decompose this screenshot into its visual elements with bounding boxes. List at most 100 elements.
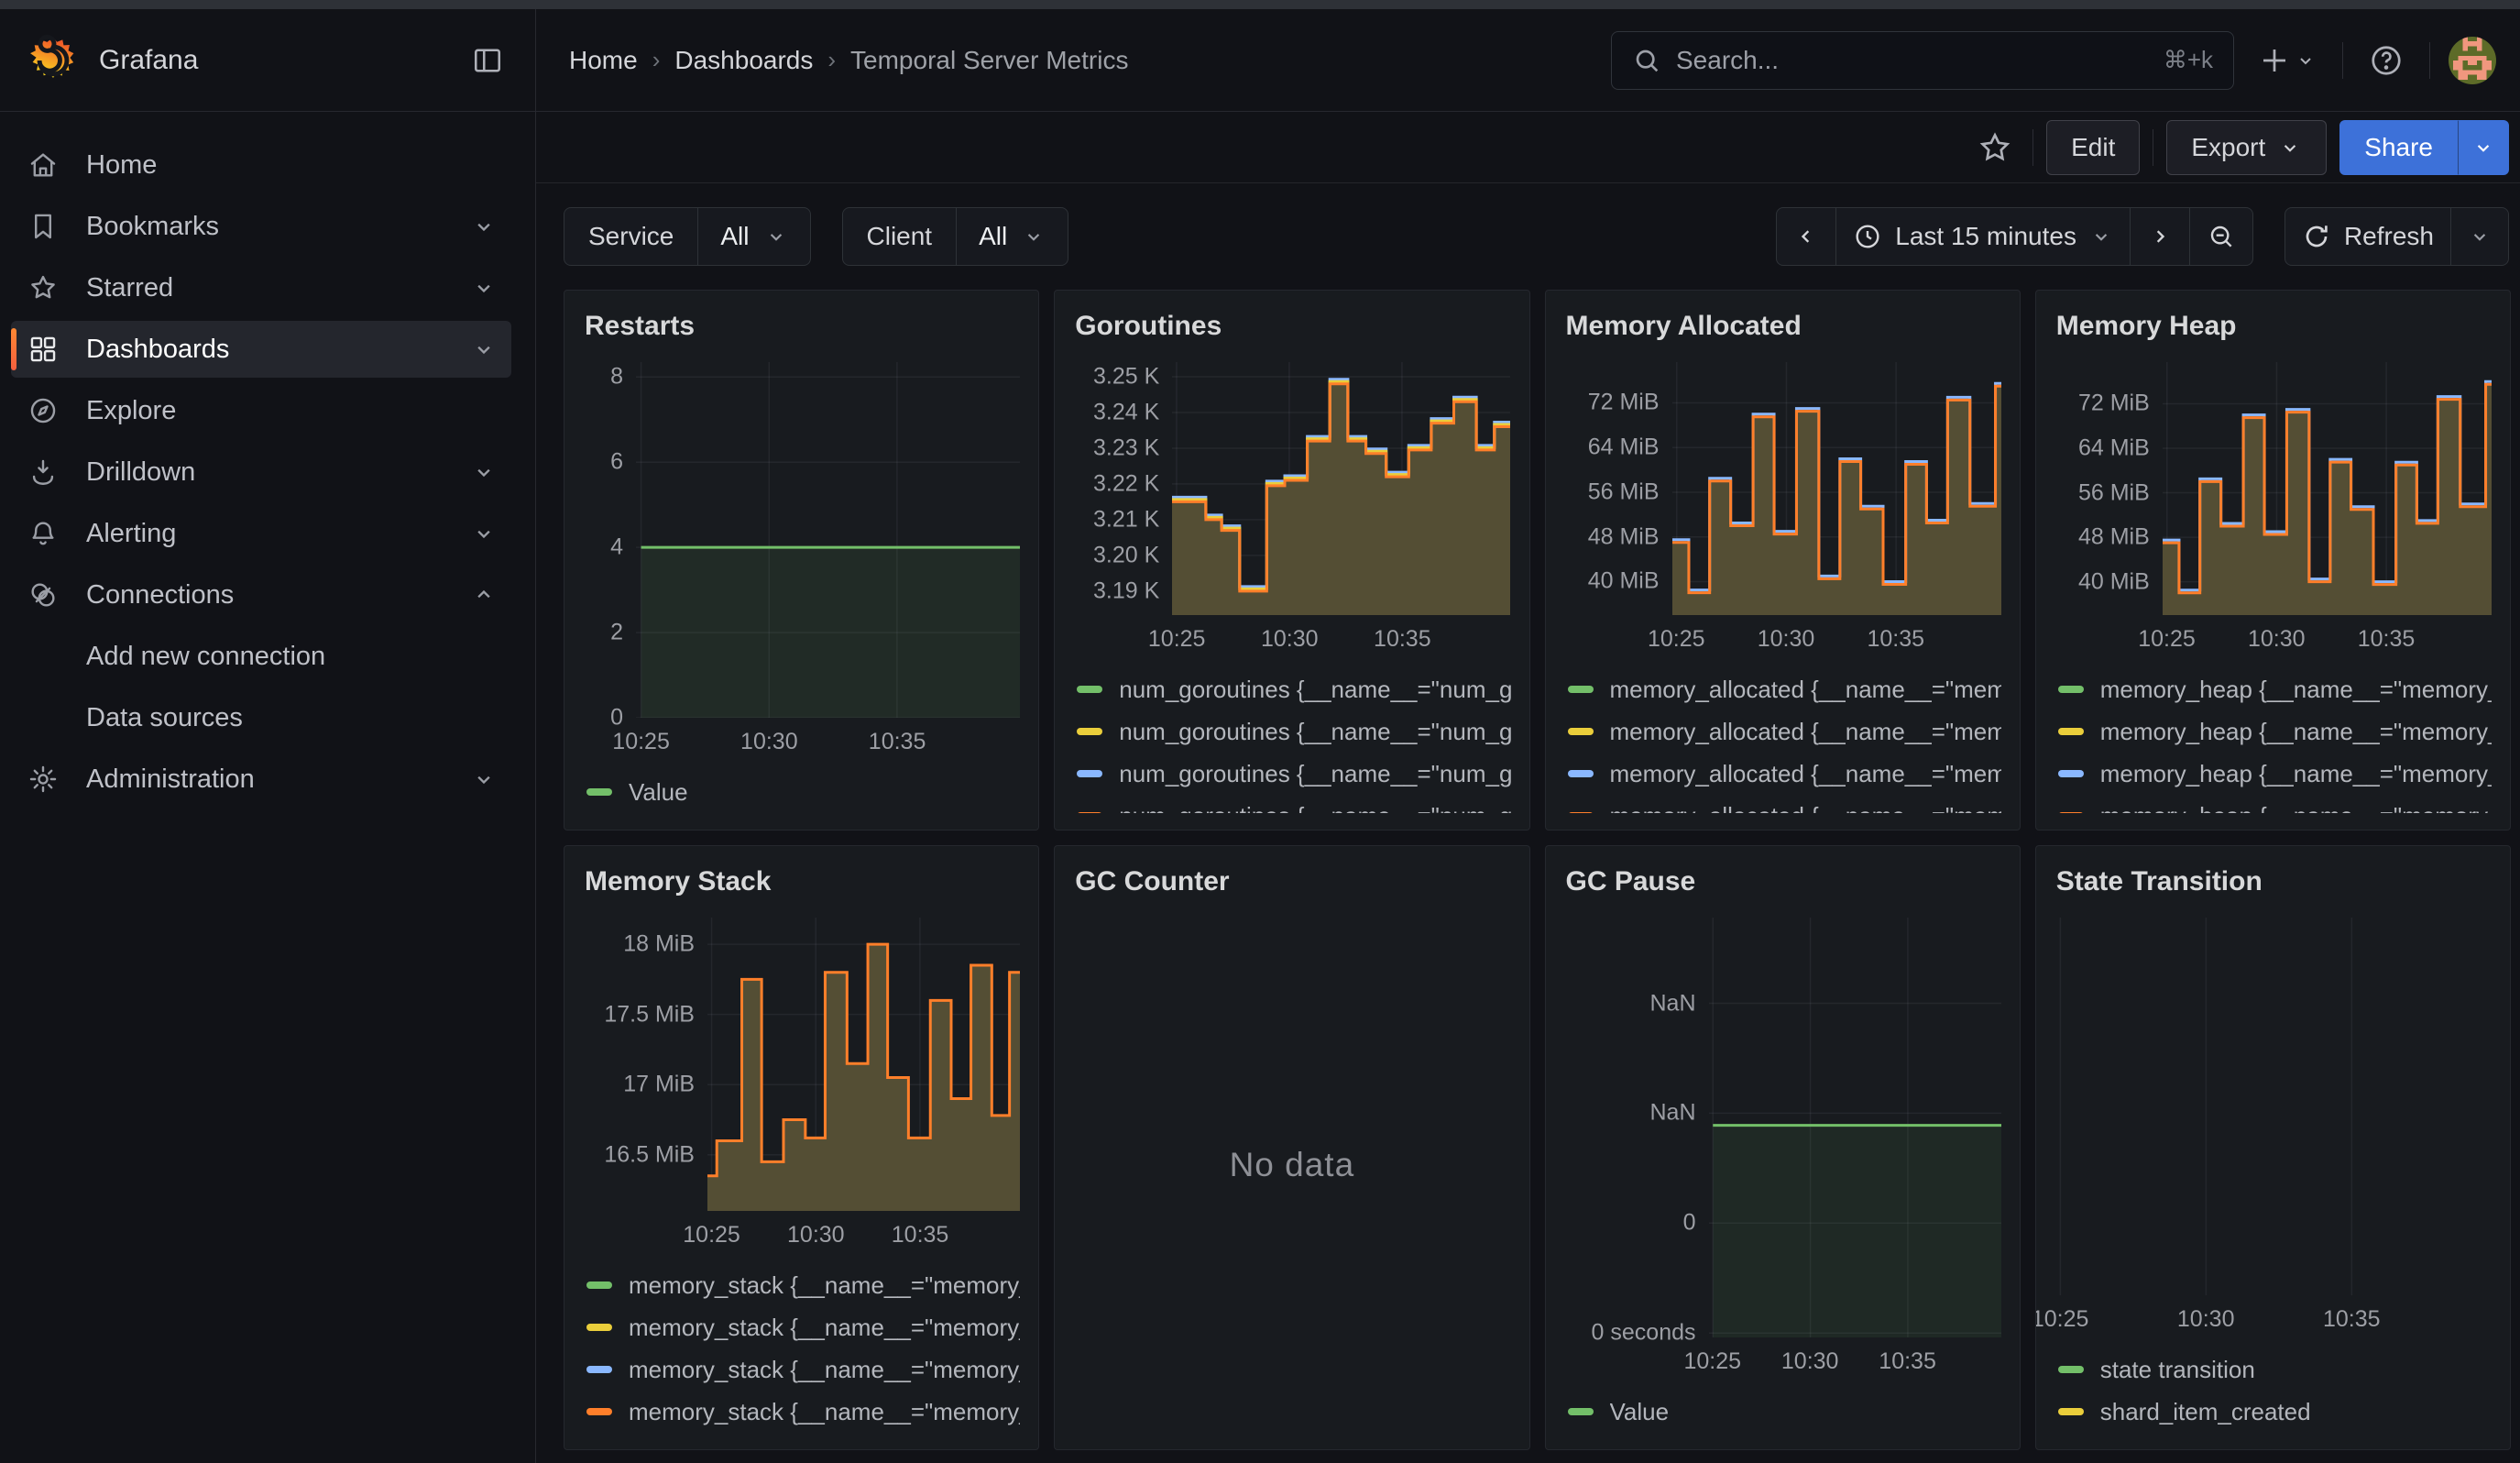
export-button[interactable]: Export xyxy=(2166,120,2327,175)
chart-canvas[interactable] xyxy=(636,362,1020,718)
edit-button[interactable]: Edit xyxy=(2046,120,2140,175)
share-button[interactable]: Share xyxy=(2339,120,2458,175)
breadcrumb-home[interactable]: Home xyxy=(569,46,638,75)
search-shortcut: ⌘+k xyxy=(2164,46,2213,74)
legend-item[interactable]: state transition xyxy=(2054,1348,2492,1391)
chart-canvas[interactable] xyxy=(1172,362,1510,615)
dashboard-content: Edit Export Share xyxy=(536,112,2520,1463)
x-tick-label: 10:25 xyxy=(2035,1306,2089,1333)
legend-item[interactable]: memory_allocated {__name__="memo xyxy=(1564,753,2001,795)
legend-item[interactable]: memory_heap {__name__="memory_h xyxy=(2054,710,2492,753)
legend-color-pill xyxy=(586,1366,612,1373)
brand-name: Grafana xyxy=(99,45,464,76)
legend-item[interactable]: num_goroutines {__name__="num_go xyxy=(1073,668,1510,710)
legend-item[interactable]: memory_allocated {__name__="memo xyxy=(1564,668,2001,710)
chevron-down-icon[interactable] xyxy=(471,275,497,301)
chart-plot[interactable]: 10:2510:3010:35 xyxy=(1172,362,1510,615)
chart-plot[interactable]: 10:2510:3010:35 xyxy=(1672,362,2001,615)
legend-color-pill xyxy=(2058,770,2084,777)
legend-item[interactable]: shard_item_created xyxy=(2054,1391,2492,1433)
x-tick-label: 10:30 xyxy=(2177,1306,2235,1333)
panel-title[interactable]: Memory Allocated xyxy=(1564,307,2001,342)
chart-canvas[interactable] xyxy=(707,918,1020,1211)
panel-title[interactable]: Memory Stack xyxy=(583,863,1020,897)
legend-item[interactable]: memory_stack {__name__="memory_s xyxy=(583,1264,1020,1306)
chart-plot[interactable]: 10:2510:3010:35 xyxy=(2054,918,2492,1295)
dashboard-toolbar: Edit Export Share xyxy=(536,112,2520,183)
legend-item[interactable]: memory_heap {__name__="memory_h xyxy=(2054,753,2492,795)
legend: memory_allocated {__name__="memomemory_a… xyxy=(1564,668,2001,813)
chevron-up-icon[interactable] xyxy=(471,582,497,608)
sidebar-item-bookmarks[interactable]: Bookmarks xyxy=(11,198,511,255)
time-range-button[interactable]: Last 15 minutes xyxy=(1836,208,2131,265)
zoom-out-button[interactable] xyxy=(2190,208,2252,265)
legend-item[interactable]: memory_allocated {__name__="memo xyxy=(1564,710,2001,753)
legend-label: memory_heap {__name__="memory_h xyxy=(2100,802,2492,814)
sidebar-item-starred[interactable]: Starred xyxy=(11,259,511,316)
legend-item[interactable]: num_goroutines {__name__="num_go xyxy=(1073,710,1510,753)
chart-canvas[interactable] xyxy=(2163,362,2492,615)
sidebar-item-add-new-connection[interactable]: Add new connection xyxy=(11,628,511,685)
new-item-button[interactable] xyxy=(2251,37,2324,84)
breadcrumb-dashboards[interactable]: Dashboards xyxy=(674,46,813,75)
chart-canvas[interactable] xyxy=(1709,918,2001,1337)
search-input[interactable]: Search... ⌘+k xyxy=(1611,31,2234,90)
legend-item[interactable]: num_goroutines {__name__="num_go xyxy=(1073,753,1510,795)
chevron-down-icon[interactable] xyxy=(471,336,497,362)
filter-service-value[interactable]: All xyxy=(698,208,809,265)
help-icon[interactable] xyxy=(2361,36,2411,85)
sidebar-item-explore[interactable]: Explore xyxy=(11,382,511,439)
chart-canvas[interactable] xyxy=(2054,918,2492,1295)
chart-canvas[interactable] xyxy=(1672,362,2001,615)
time-forward-button[interactable] xyxy=(2131,208,2190,265)
legend-item[interactable]: memory_stack {__name__="memory_s xyxy=(583,1391,1020,1433)
x-tick-label: 10:35 xyxy=(869,729,926,755)
refresh-interval-button[interactable] xyxy=(2451,208,2508,265)
sidebar-item-label: Add new connection xyxy=(86,642,511,672)
favorite-star-icon[interactable] xyxy=(1970,123,2020,172)
sidebar-item-connections[interactable]: Connections xyxy=(11,566,511,623)
legend-label: memory_allocated {__name__="memo xyxy=(1610,676,2001,704)
panel-title[interactable]: Restarts xyxy=(583,307,1020,342)
sidebar-item-data-sources[interactable]: Data sources xyxy=(11,689,511,746)
legend-item[interactable]: memory_stack {__name__="memory_s xyxy=(583,1348,1020,1391)
panel-title[interactable]: State Transition xyxy=(2054,863,2492,897)
panel-title[interactable]: Memory Heap xyxy=(2054,307,2492,342)
panel-title[interactable]: GC Counter xyxy=(1073,863,1510,897)
legend-item[interactable]: memory_heap {__name__="memory_h xyxy=(2054,795,2492,813)
legend-item[interactable]: memory_allocated {__name__="memo xyxy=(1564,795,2001,813)
chart-plot[interactable]: 10:2510:3010:35 xyxy=(636,362,1020,718)
legend-item[interactable]: memory_heap {__name__="memory_h xyxy=(2054,668,2492,710)
sidebar-item-alerting[interactable]: Alerting xyxy=(11,505,511,562)
legend-item[interactable]: Value xyxy=(1564,1391,2001,1433)
x-tick-label: 10:25 xyxy=(1148,626,1206,653)
grafana-app: Grafana Home › Dashboards › Temporal Ser… xyxy=(0,9,2520,1463)
panel-title[interactable]: GC Pause xyxy=(1564,863,2001,897)
chevron-down-icon[interactable] xyxy=(471,521,497,546)
share-menu-button[interactable] xyxy=(2458,120,2509,175)
breadcrumb-separator: › xyxy=(827,46,836,74)
panel-title[interactable]: Goroutines xyxy=(1073,307,1510,342)
sidebar: HomeBookmarksStarredDashboardsExploreDri… xyxy=(0,112,536,1463)
avatar[interactable] xyxy=(2449,37,2496,84)
sidebar-item-dashboards[interactable]: Dashboards xyxy=(11,321,511,378)
chevron-down-icon[interactable] xyxy=(471,459,497,485)
refresh-button[interactable]: Refresh xyxy=(2285,208,2451,265)
legend-item[interactable]: memory_stack {__name__="memory_s xyxy=(583,1306,1020,1348)
y-axis: 72 MiB64 MiB56 MiB48 MiB40 MiB xyxy=(2054,362,2163,615)
y-tick-label: 17.5 MiB xyxy=(604,1001,695,1028)
chart-plot[interactable]: 10:2510:3010:35 xyxy=(707,918,1020,1211)
sidebar-item-drilldown[interactable]: Drilldown xyxy=(11,444,511,500)
y-tick-label: 18 MiB xyxy=(623,931,695,958)
sidebar-item-home[interactable]: Home xyxy=(11,137,511,193)
time-back-button[interactable] xyxy=(1777,208,1836,265)
chevron-down-icon[interactable] xyxy=(471,214,497,239)
legend-item[interactable]: num_goroutines {__name__="num_go xyxy=(1073,795,1510,813)
chart-plot[interactable]: 10:2510:3010:35 xyxy=(2163,362,2492,615)
sidebar-toggle-icon[interactable] xyxy=(464,37,511,84)
chevron-down-icon[interactable] xyxy=(471,766,497,792)
legend-item[interactable]: Value xyxy=(583,771,1020,813)
sidebar-item-administration[interactable]: Administration xyxy=(11,751,511,808)
chart-plot[interactable]: 10:2510:3010:35 xyxy=(1709,918,2001,1337)
filter-client-value[interactable]: All xyxy=(957,208,1068,265)
